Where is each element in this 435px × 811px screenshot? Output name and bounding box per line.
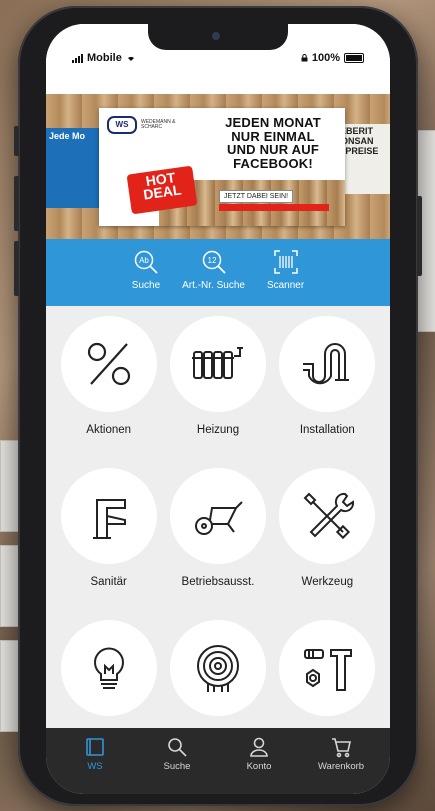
- join-now-button[interactable]: JETZT DABEI SEIN!: [219, 190, 294, 203]
- category-sanitaer[interactable]: Sanitär: [54, 468, 163, 620]
- svg-text:Ab: Ab: [139, 256, 149, 265]
- lightbulb-icon: [93, 647, 124, 689]
- promo-banner[interactable]: Jede Mo GEBERIT TIONSAN TOPREISE WS WEDE…: [46, 94, 390, 239]
- category-grid: Aktionen Heizung Installation Sanitär Be…: [46, 306, 390, 736]
- screen: Mobile 100% Jede Mo GEBERIT TIONSAN TOPR…: [46, 24, 390, 794]
- category-label: Werkzeug: [301, 576, 354, 588]
- category-label: Sanitär: [90, 576, 127, 588]
- phone-frame: Mobile 100% Jede Mo GEBERIT TIONSAN TOPR…: [14, 6, 422, 806]
- notch: [148, 24, 288, 50]
- wifi-icon: [127, 56, 134, 61]
- tab-bar: WS Suche Konto Warenkorb: [46, 728, 390, 794]
- user-icon: [250, 737, 268, 757]
- tab-label: Suche: [163, 761, 191, 772]
- category-label: Heizung: [196, 424, 240, 436]
- barcode-scanner-icon: [273, 250, 298, 274]
- ad-headline: JEDEN MONAT NUR EINMAL UND NUR AUF FACEB…: [225, 115, 321, 171]
- tab-label: WS: [87, 761, 103, 772]
- facebook-ad[interactable]: WS WEDEMANN & SCHARC JEDEN MONAT NUR EIN…: [99, 108, 345, 226]
- battery-icon: [344, 53, 364, 63]
- power-button: [417, 196, 422, 276]
- cable-coil-icon: [196, 645, 239, 692]
- tools-icon: [303, 492, 355, 540]
- camera-icon: [212, 32, 220, 40]
- ws-logo: WS: [107, 116, 137, 134]
- quick-actions-bar: Ab Suche 12 Art.-Nr. Suche Scanner: [46, 239, 390, 306]
- mute-switch: [14, 126, 19, 156]
- quick-action-label: Art.-Nr. Suche: [182, 280, 245, 291]
- quick-action-scanner[interactable]: Scanner: [267, 239, 304, 306]
- quick-action-art-nr-suche[interactable]: 12 Art.-Nr. Suche: [182, 239, 245, 306]
- quick-action-label: Scanner: [266, 280, 305, 291]
- quick-action-label: Suche: [131, 280, 161, 291]
- category-label: Aktionen: [86, 424, 132, 436]
- tab-konto[interactable]: Konto: [224, 728, 294, 794]
- carrier-label: Mobile: [87, 52, 122, 64]
- cart-icon: [332, 738, 351, 758]
- volume-up-button: [14, 176, 19, 231]
- search-number-icon: 12: [202, 250, 226, 274]
- pipe-icon: [303, 343, 350, 385]
- category-betriebsausstattung[interactable]: Betriebsausst.: [163, 468, 272, 620]
- search-icon: [168, 738, 187, 757]
- percent-icon: [87, 342, 130, 386]
- search-text-icon: Ab: [134, 250, 158, 274]
- tab-label: Warenkorb: [317, 761, 365, 772]
- tab-suche[interactable]: Suche: [142, 728, 212, 794]
- ad-red-bar: [219, 204, 329, 211]
- ws-book-icon: [86, 738, 104, 756]
- radiator-icon: [191, 347, 243, 379]
- category-heizung[interactable]: Heizung: [163, 316, 272, 468]
- category-label: Betriebsausst.: [181, 576, 255, 588]
- tab-label: Konto: [246, 761, 272, 772]
- category-aktionen[interactable]: Aktionen: [54, 316, 163, 468]
- category-werkzeug[interactable]: Werkzeug: [273, 468, 382, 620]
- faucet-icon: [92, 499, 126, 539]
- wheelbarrow-icon: [194, 501, 243, 535]
- brand-name: WEDEMANN & SCHARC: [141, 118, 176, 130]
- signal-icon: [72, 53, 83, 63]
- lock-icon: [301, 54, 308, 62]
- category-label: Installation: [299, 424, 355, 436]
- tab-ws[interactable]: WS: [60, 728, 130, 794]
- quick-action-suche[interactable]: Ab Suche: [132, 239, 160, 306]
- svg-text:12: 12: [207, 256, 216, 265]
- tab-warenkorb[interactable]: Warenkorb: [306, 728, 376, 794]
- category-installation[interactable]: Installation: [273, 316, 382, 468]
- banner-left-card: Jede Mo: [46, 128, 102, 208]
- fasteners-icon: [304, 649, 353, 691]
- volume-down-button: [14, 241, 19, 296]
- battery-label: 100%: [311, 52, 340, 64]
